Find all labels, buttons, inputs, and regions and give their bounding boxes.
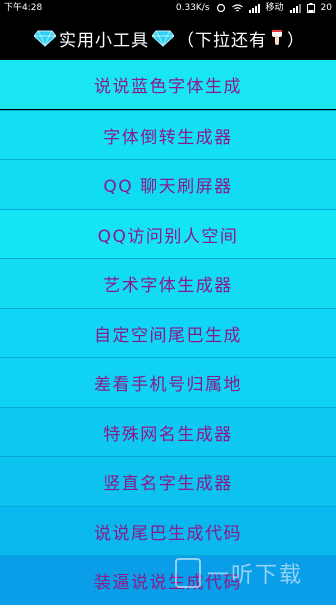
app-title: 实用小工具: [59, 30, 149, 51]
carrier-label: 移动: [265, 3, 284, 13]
signal-icon: [248, 3, 260, 13]
menu-item[interactable]: 特殊网名生成器: [0, 406, 336, 457]
menu-item[interactable]: 说说尾巴生成代码: [0, 505, 336, 556]
menu-item-label: 特殊网名生成器: [103, 424, 233, 445]
menu-item[interactable]: QQ访问别人空间: [0, 208, 336, 259]
pull-down-hint-end: ）: [287, 30, 305, 51]
status-time: 下午4:28: [4, 3, 43, 13]
pull-down-hint: （下拉还有: [177, 30, 267, 51]
diamond-icon-right: [152, 30, 174, 47]
signal-icon-2: [289, 3, 301, 13]
menu-item-label: 说说尾巴生成代码: [94, 523, 242, 544]
menu-item-label: QQ访问别人空间: [97, 226, 239, 247]
menu-item-label: 字体倒转生成器: [103, 127, 233, 148]
menu-item[interactable]: 差看手机号归属地: [0, 357, 336, 407]
menu-item-label: 艺术字体生成器: [103, 276, 233, 296]
menu-item-label: 自定空间尾巴生成: [94, 325, 242, 346]
watermark: 一听下载: [175, 558, 330, 588]
menu-item-label: QQ 聊天刷屏器: [103, 177, 233, 197]
battery-icon: [306, 3, 315, 13]
menu-item-label: 说说蓝色字体生成: [94, 77, 242, 97]
menu-item[interactable]: 竖直名字生成器: [0, 456, 336, 506]
diamond-icon: [34, 30, 56, 47]
hand-pointing-down-icon: [272, 30, 282, 45]
status-icons: 0.33K/s 移动 20: [176, 0, 332, 16]
menu-item[interactable]: 自定空间尾巴生成: [0, 307, 336, 358]
menu-item[interactable]: QQ 聊天刷屏器: [0, 159, 336, 209]
menu-item-label: 竖直名字生成器: [103, 474, 233, 494]
menu-item-label: 差看手机号归属地: [94, 375, 242, 395]
menu-item[interactable]: 说说蓝色字体生成: [0, 60, 336, 109]
watermark-text: 一听下载: [207, 563, 304, 588]
menu-item[interactable]: 字体倒转生成器: [0, 109, 336, 160]
network-speed: 0.33K/s: [175, 3, 210, 13]
status-bar: 下午4:28 0.33K/s 移动 20: [0, 0, 336, 16]
wifi-icon: [231, 3, 243, 11]
battery-level: 20: [320, 3, 332, 13]
watermark-logo-icon: [175, 558, 201, 588]
app-title-bar: 实用小工具 （下拉还有 ）: [0, 16, 336, 60]
menu-item[interactable]: 艺术字体生成器: [0, 258, 336, 308]
sync-icon: [216, 3, 225, 13]
